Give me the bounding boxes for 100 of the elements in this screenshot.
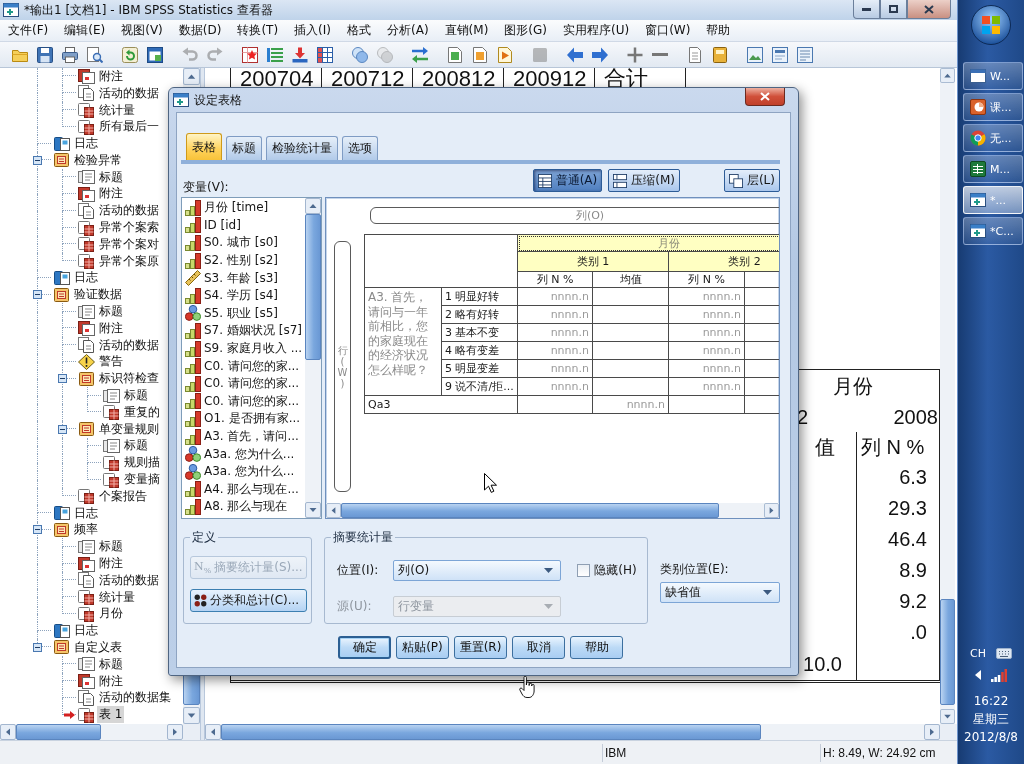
dialog-button[interactable]: 取消	[512, 636, 565, 659]
dialog-button[interactable]: 帮助	[570, 636, 623, 659]
scroll-right-button[interactable]	[167, 724, 183, 740]
scroll-up-button[interactable]	[940, 68, 955, 83]
save-icon[interactable]	[37, 46, 53, 63]
taskbar-button[interactable]: 课...	[963, 93, 1023, 121]
dropdown[interactable]: 缺省值	[659, 582, 780, 603]
tree-item[interactable]: 标题	[122, 437, 150, 455]
scroll-right-button[interactable]	[764, 503, 779, 518]
maximize-button[interactable]	[880, 0, 907, 19]
variable-item[interactable]: S3. 年龄 [s3]	[182, 269, 305, 287]
tab[interactable]: 表格	[186, 133, 222, 160]
tree-item[interactable]: 标识符检查	[97, 370, 161, 388]
caret-left-icon[interactable]	[975, 670, 981, 680]
window-icon[interactable]	[147, 46, 163, 63]
checkbox[interactable]	[577, 564, 591, 577]
variable-item[interactable]: 月份 [time]	[182, 199, 305, 217]
variable-item[interactable]: A3a. 您为什么...	[182, 462, 305, 481]
collapse-icon[interactable]	[58, 424, 67, 434]
tree-item[interactable]: 检验异常	[72, 151, 124, 169]
menu-item[interactable]: 实用程序(U)	[555, 22, 638, 39]
horizontal-scrollbar[interactable]	[0, 724, 183, 740]
dialog-button[interactable]: 粘贴(P)	[396, 636, 449, 659]
tree-item[interactable]: 附注	[97, 319, 125, 337]
tree-item[interactable]: 活动的数据	[97, 571, 161, 589]
tab[interactable]: 选项	[342, 136, 378, 160]
tree-item[interactable]: 异常个案原	[97, 252, 161, 270]
dialog-button[interactable]: 重置(R)	[454, 636, 507, 659]
menu-item[interactable]: 文件(F)	[0, 22, 57, 39]
tree-item[interactable]: 自定义表	[72, 639, 124, 656]
variable-item[interactable]: A4. 那么与现在...	[182, 480, 305, 499]
document-icon[interactable]	[447, 46, 463, 63]
arrows-icon[interactable]	[412, 46, 428, 63]
taskbar-button[interactable]: 无...	[963, 124, 1023, 152]
variable-item[interactable]: A3. 首先，请问...	[182, 427, 305, 446]
variable-item[interactable]: C0. 请问您的家...	[182, 392, 305, 411]
variable-item[interactable]: ID [id]	[182, 216, 305, 235]
collapse-icon[interactable]	[58, 374, 67, 384]
variable-item[interactable]: S4. 学历 [s4]	[182, 286, 305, 305]
tree-item[interactable]: 统计量	[97, 101, 137, 119]
variable-item[interactable]: O1. 是否拥有家...	[182, 410, 305, 428]
define-button[interactable]: 分类和总计(C)...	[190, 589, 307, 612]
tree-item[interactable]: 附注	[97, 555, 125, 572]
column-arrow-icon[interactable]	[292, 46, 308, 63]
left-arrow-icon[interactable]	[567, 46, 583, 63]
picture-icon[interactable]	[747, 46, 763, 63]
tree-item[interactable]: 规则描	[122, 454, 162, 472]
tree-item[interactable]: 活动的数据集	[97, 689, 173, 707]
taskbar-button[interactable]: W...	[963, 62, 1023, 90]
layers-button[interactable]: 层(L)	[723, 169, 780, 192]
scroll-up-button[interactable]	[305, 198, 321, 214]
grid-icon[interactable]	[317, 46, 333, 63]
tree-item[interactable]: 单变量规则	[97, 420, 161, 438]
menu-item[interactable]: 图形(G)	[496, 22, 555, 39]
scrollbar-thumb[interactable]	[305, 214, 321, 360]
vertical-scrollbar[interactable]	[940, 68, 955, 724]
page-icon[interactable]	[687, 46, 703, 63]
star-grid-icon[interactable]	[242, 46, 258, 63]
menu-item[interactable]: 直销(M)	[436, 22, 497, 39]
plus-icon[interactable]	[627, 46, 643, 63]
list-arrow-icon[interactable]	[267, 46, 283, 63]
dialog-button[interactable]: 确定	[338, 636, 391, 659]
variable-header[interactable]: 月份	[518, 235, 779, 252]
menu-item[interactable]: 数据(D)	[170, 22, 230, 39]
tree-item[interactable]: 日志	[72, 622, 100, 640]
close-button[interactable]	[745, 88, 785, 106]
menu-item[interactable]: 视图(V)	[113, 22, 171, 39]
tree-item[interactable]: 异常个案索	[97, 219, 161, 237]
close-button[interactable]	[907, 0, 951, 19]
tree-item[interactable]: 附注	[97, 185, 125, 203]
collapse-icon[interactable]	[33, 155, 42, 165]
tree-item[interactable]: 日志	[72, 135, 100, 153]
variable-item[interactable]: S0. 城市 [s0]	[182, 234, 305, 252]
picture-icon[interactable]	[772, 46, 788, 63]
tree-item[interactable]: 警告	[97, 353, 125, 371]
tree-item[interactable]: 标题	[97, 538, 125, 556]
tree-item[interactable]: 标题	[97, 303, 125, 321]
scrollbar-thumb[interactable]	[940, 599, 955, 705]
scroll-right-button[interactable]	[924, 724, 940, 740]
tree-item[interactable]: 活动的数据	[97, 84, 161, 102]
tree-item[interactable]: 月份	[97, 605, 125, 623]
start-button[interactable]	[971, 5, 1011, 45]
collapse-icon[interactable]	[33, 290, 42, 300]
scrollbar-thumb[interactable]	[341, 503, 719, 518]
tree-item[interactable]: 异常个案对	[97, 235, 161, 253]
variable-item[interactable]: S7. 婚姻状况 [s7]	[182, 322, 305, 340]
tree-item[interactable]: 所有最后一	[97, 118, 161, 136]
scroll-left-button[interactable]	[0, 724, 16, 740]
tab[interactable]: 标题	[226, 136, 262, 160]
picture-icon[interactable]	[797, 46, 813, 63]
variable-item[interactable]: C0. 请问您的家...	[182, 374, 305, 393]
variable-item[interactable]: C0. 请问您的家...	[182, 357, 305, 375]
scroll-down-button[interactable]	[305, 502, 321, 518]
collapse-icon[interactable]	[33, 643, 42, 652]
variable-item[interactable]: A8. 那么与现在	[182, 498, 305, 516]
horizontal-scrollbar[interactable]	[205, 724, 940, 740]
circles-icon[interactable]	[352, 46, 368, 63]
scroll-left-button[interactable]	[326, 503, 341, 518]
menu-item[interactable]: 窗口(W)	[637, 22, 699, 39]
tree-item[interactable]: 活动的数据	[97, 202, 161, 220]
